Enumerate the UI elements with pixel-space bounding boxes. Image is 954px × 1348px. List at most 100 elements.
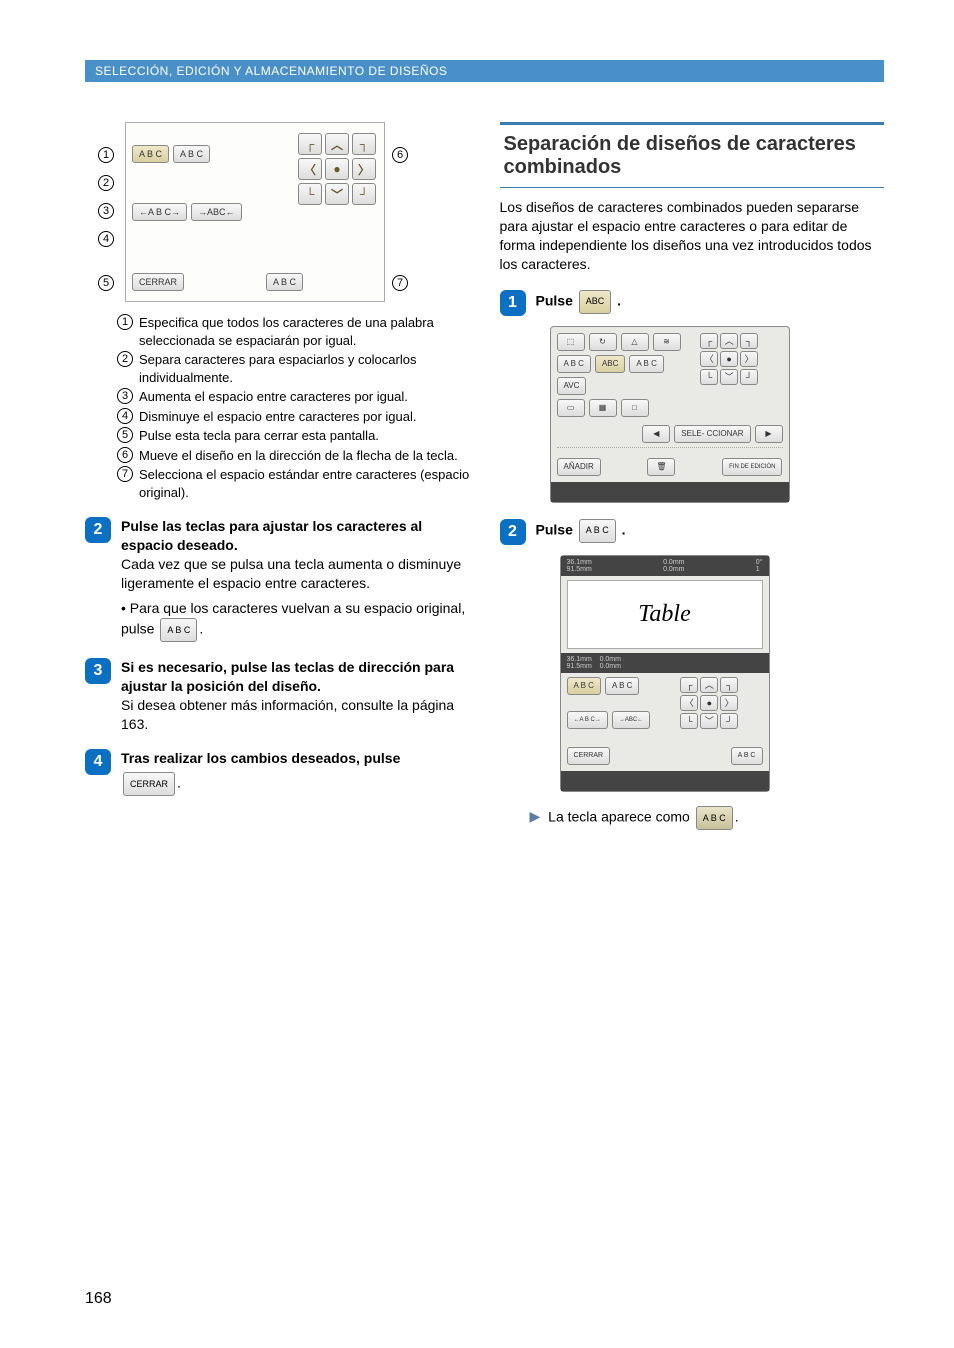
step-4-title: Tras realizar los cambios deseados, puls… bbox=[121, 750, 400, 766]
arrow-down-right[interactable]: ┘ bbox=[720, 713, 738, 729]
spacing-screen: 36.1mm 91.5mm 0.0mm 0.0mm 0° 1 Table bbox=[560, 555, 770, 792]
direction-pad-mini-2: ┌ ︿ ┐ 〈 ● 〉 └ ﹀ ┘ bbox=[680, 677, 738, 733]
split-chars-button-inline[interactable]: A B C bbox=[579, 519, 616, 543]
reset-spacing-button-2[interactable]: A B C bbox=[731, 747, 763, 765]
arrow-center[interactable]: ● bbox=[325, 158, 349, 180]
offset-x: 0.0mm bbox=[663, 559, 684, 566]
decrease-spacing-button[interactable]: →ABC← bbox=[191, 203, 242, 221]
arrow-down-left[interactable]: └ bbox=[680, 713, 698, 729]
density-icon[interactable]: ≋ bbox=[653, 333, 681, 351]
prev-icon[interactable]: ◀ bbox=[642, 425, 670, 443]
callout-2: 2 bbox=[98, 175, 114, 191]
arrow-down-right[interactable]: ┘ bbox=[352, 183, 376, 205]
rotate-icon[interactable]: ↻ bbox=[589, 333, 617, 351]
trash-icon[interactable]: 🗑 bbox=[647, 458, 675, 476]
step-badge-3: 3 bbox=[85, 658, 111, 684]
grid-icon[interactable]: ▦ bbox=[589, 399, 617, 417]
annotation-list: 1Especifica que todos los caracteres de … bbox=[117, 314, 470, 501]
close-button-2[interactable]: CERRAR bbox=[567, 747, 611, 765]
split-chars-selected-button[interactable]: A B C bbox=[696, 806, 733, 830]
annotation-text: Aumenta el espacio entre caracteres por … bbox=[139, 388, 408, 406]
step-2-title: Pulse las teclas para ajustar los caract… bbox=[121, 517, 470, 555]
annotation-text: Selecciona el espacio estándar entre car… bbox=[139, 466, 470, 501]
step-badge-2: 2 bbox=[85, 517, 111, 543]
callout-6: 6 bbox=[392, 147, 408, 163]
step-2r-label: Pulse bbox=[536, 521, 573, 537]
arrow-down-icon[interactable]: ﹀ bbox=[700, 713, 718, 729]
step-1-label: Pulse bbox=[536, 292, 573, 308]
arrow-down-left[interactable]: └ bbox=[298, 183, 322, 205]
border-icon[interactable]: ▭ bbox=[557, 399, 585, 417]
arrow-center[interactable]: ● bbox=[720, 351, 738, 367]
add-button[interactable]: AÑADIR bbox=[557, 458, 601, 476]
split-chars-button-2[interactable]: A B C bbox=[605, 677, 639, 695]
page-number: 168 bbox=[85, 1290, 112, 1308]
annotation-text: Disminuye el espacio entre caracteres po… bbox=[139, 408, 416, 426]
reset-spacing-button-inline[interactable]: A B C bbox=[160, 618, 197, 642]
size-icon[interactable]: ⬚ bbox=[557, 333, 585, 351]
thread-count: 1 bbox=[756, 566, 763, 573]
increase-spacing-button-2[interactable]: ←A B C→ bbox=[567, 711, 608, 729]
rotation: 0° bbox=[756, 559, 763, 566]
arrow-up-icon[interactable]: ︿ bbox=[325, 133, 349, 155]
dim-width-2: 91.5mm bbox=[567, 663, 592, 670]
reset-spacing-button[interactable]: A B C bbox=[266, 273, 303, 291]
close-button[interactable]: CERRAR bbox=[132, 273, 184, 291]
abc-spacing-button[interactable]: ABC bbox=[579, 290, 612, 314]
annotation-text: Separa caracteres para espaciarlos y col… bbox=[139, 351, 470, 386]
step-3-body: Si desea obtener más información, consul… bbox=[121, 696, 470, 734]
end-edit-button[interactable]: FIN DE EDICIÓN bbox=[722, 458, 782, 476]
result-text: La tecla aparece como bbox=[548, 808, 690, 824]
arrow-down-right[interactable]: ┘ bbox=[740, 369, 758, 385]
arrow-left-icon[interactable]: 〈 bbox=[680, 695, 698, 711]
align-button[interactable]: AVC bbox=[557, 377, 587, 395]
arrow-up-icon[interactable]: ︿ bbox=[720, 333, 738, 349]
arrow-down-icon[interactable]: ﹀ bbox=[720, 369, 738, 385]
split-chars-button[interactable]: A B C bbox=[173, 145, 210, 163]
increase-spacing-button[interactable]: ←A B C→ bbox=[132, 203, 187, 221]
arrow-up-right[interactable]: ┐ bbox=[720, 677, 738, 693]
callout-5: 5 bbox=[98, 275, 114, 291]
heading-text: Separación de diseños de caracteres comb… bbox=[504, 133, 881, 179]
section-heading: Separación de diseños de caracteres comb… bbox=[500, 122, 885, 188]
arrow-down-left[interactable]: └ bbox=[700, 369, 718, 385]
offset-x-2: 0.0mm bbox=[600, 656, 621, 663]
close-button-inline[interactable]: CERRAR bbox=[123, 772, 175, 796]
decrease-spacing-button-2[interactable]: →ABC← bbox=[612, 711, 650, 729]
next-icon[interactable]: ▶ bbox=[755, 425, 783, 443]
dim-height: 36.1mm bbox=[567, 559, 592, 566]
arrow-up-left[interactable]: ┌ bbox=[680, 677, 698, 693]
arrow-up-left[interactable]: ┌ bbox=[700, 333, 718, 349]
arrow-left-icon[interactable]: 〈 bbox=[298, 158, 322, 180]
section-header: SELECCIÓN, EDICIÓN Y ALMACENAMIENTO DE D… bbox=[85, 60, 884, 82]
arrow-right-icon[interactable]: 〉 bbox=[720, 695, 738, 711]
arrow-up-right[interactable]: ┐ bbox=[352, 133, 376, 155]
result-arrow-icon: ▶ bbox=[530, 808, 541, 824]
arrow-up-right[interactable]: ┐ bbox=[740, 333, 758, 349]
arrow-right-icon[interactable]: 〉 bbox=[352, 158, 376, 180]
dim-height-2: 36.1mm bbox=[567, 656, 592, 663]
select-button[interactable]: SELE- CCIONAR bbox=[674, 425, 750, 443]
arrow-center[interactable]: ● bbox=[700, 695, 718, 711]
equal-spacing-button-2[interactable]: A B C bbox=[567, 677, 601, 695]
offset-y-2: 0.0mm bbox=[600, 663, 621, 670]
step-badge-2r: 2 bbox=[500, 519, 526, 545]
mirror-icon[interactable]: △ bbox=[621, 333, 649, 351]
array-button[interactable]: A B C bbox=[629, 355, 663, 373]
abc-spacing-active[interactable]: ABC bbox=[595, 355, 625, 373]
annotation-text: Pulse esta tecla para cerrar esta pantal… bbox=[139, 427, 379, 445]
arrow-up-left[interactable]: ┌ bbox=[298, 133, 322, 155]
equal-spacing-button[interactable]: A B C bbox=[132, 145, 169, 163]
frame-icon[interactable]: □ bbox=[621, 399, 649, 417]
direction-pad-mini: ┌ ︿ ┐ 〈 ● 〉 └ ﹀ ┘ bbox=[700, 333, 758, 421]
spacing-dialog-diagram: 1 2 3 4 5 6 7 A B C A B C ←A B C→ →ABC← … bbox=[125, 122, 385, 302]
step-badge-1: 1 bbox=[500, 290, 526, 316]
callout-4: 4 bbox=[98, 231, 114, 247]
arrow-left-icon[interactable]: 〈 bbox=[700, 351, 718, 367]
offset-y: 0.0mm bbox=[663, 566, 684, 573]
arrow-up-icon[interactable]: ︿ bbox=[700, 677, 718, 693]
arrow-down-icon[interactable]: ﹀ bbox=[325, 183, 349, 205]
step-badge-4: 4 bbox=[85, 749, 111, 775]
arrow-right-icon[interactable]: 〉 bbox=[740, 351, 758, 367]
multicolor-icon[interactable]: A B C bbox=[557, 355, 591, 373]
